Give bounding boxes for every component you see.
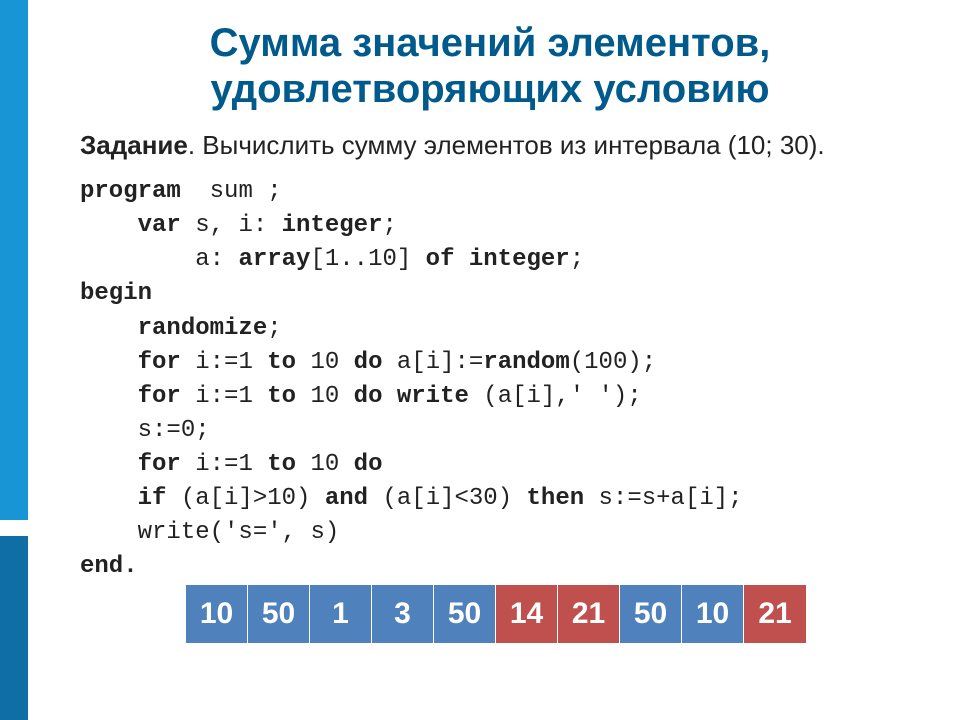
code-text: (a[i]>10) <box>166 485 324 512</box>
kw-if: if <box>80 485 166 512</box>
title-line-2: удовлетворяющих условию <box>210 67 769 111</box>
code-text: s:=s+a[i]; <box>584 485 742 512</box>
accent-bar-dark <box>0 536 28 720</box>
kw-end: end. <box>80 553 138 580</box>
slide: Сумма значений элементов, удовлетворяющи… <box>0 0 960 720</box>
task-text: . Вычислить сумму элементов из интервала… <box>188 130 825 160</box>
kw-random: random <box>483 349 569 376</box>
code-text: i:=1 <box>181 383 267 410</box>
code-text: a[i]:= <box>382 349 483 376</box>
kw-do: do <box>354 349 383 376</box>
array-cell-4: 50 <box>434 585 496 643</box>
kw-begin: begin <box>80 280 152 307</box>
code-text: i:=1 <box>181 451 267 478</box>
kw-for: for <box>80 349 181 376</box>
array-cell-1: 50 <box>248 585 310 643</box>
code-text: s, i: <box>181 212 282 239</box>
array-cell-5: 14 <box>496 585 558 643</box>
array-cell-0: 10 <box>186 585 248 643</box>
kw-to: to <box>267 383 296 410</box>
code-text: (a[i]<30) <box>368 485 526 512</box>
task-label: Задание <box>80 130 188 160</box>
array-cell-7: 50 <box>620 585 682 643</box>
array-cell-9: 21 <box>744 585 806 643</box>
slide-title: Сумма значений элементов, удовлетворяющи… <box>80 20 900 112</box>
kw-randomize: randomize <box>138 315 268 342</box>
code-text: ; <box>570 246 584 273</box>
code-text <box>80 315 138 342</box>
array-cell-8: 10 <box>682 585 744 643</box>
code-text: ; <box>267 315 281 342</box>
code-text: write('s=', s) <box>80 519 339 546</box>
kw-of-integer: of integer <box>426 246 570 273</box>
title-line-1: Сумма значений элементов, <box>210 21 771 65</box>
kw-then: then <box>527 485 585 512</box>
code-text: 10 <box>296 451 354 478</box>
kw-for: for <box>80 383 181 410</box>
code-text: ; <box>382 212 396 239</box>
kw-integer: integer <box>282 212 383 239</box>
array-cell-2: 1 <box>310 585 372 643</box>
kw-to: to <box>267 451 296 478</box>
kw-do-write: do write <box>354 383 469 410</box>
kw-for: for <box>80 451 181 478</box>
code-text: (a[i],' '); <box>469 383 642 410</box>
code-text: sum ; <box>181 178 282 205</box>
kw-program: program <box>80 178 181 205</box>
code-text: (100); <box>570 349 656 376</box>
code-text: 10 <box>296 349 354 376</box>
code-text: 10 <box>296 383 354 410</box>
code-text: i:=1 <box>181 349 267 376</box>
kw-and: and <box>325 485 368 512</box>
accent-gap <box>0 520 28 536</box>
code-text: [1..10] <box>310 246 425 273</box>
kw-to: to <box>267 349 296 376</box>
array-cell-6: 21 <box>558 585 620 643</box>
task-paragraph: Задание. Вычислить сумму элементов из ин… <box>80 130 900 161</box>
array-row: 105013501421501021 <box>186 585 806 643</box>
kw-do: do <box>354 451 383 478</box>
code-block: program sum ; var s, i: integer; a: arra… <box>80 175 900 584</box>
code-text: s:=0; <box>80 417 210 444</box>
kw-array: array <box>238 246 310 273</box>
code-text: a: <box>80 246 238 273</box>
kw-var: var <box>80 212 181 239</box>
array-cell-3: 3 <box>372 585 434 643</box>
